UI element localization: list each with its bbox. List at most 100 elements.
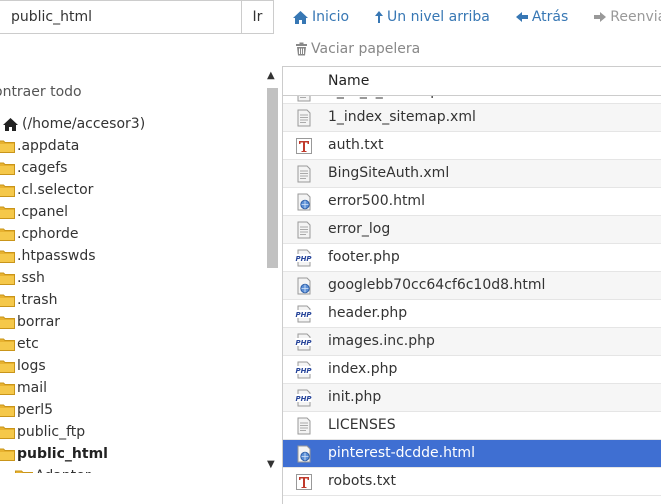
file-name: LICENSES xyxy=(328,417,396,433)
collapse-all-link[interactable]: ontraer todo xyxy=(0,84,82,100)
folder-icon xyxy=(0,404,15,417)
tree-item-label: .cagefs xyxy=(17,160,68,176)
home-icon xyxy=(293,10,308,24)
php-file-icon: PHP xyxy=(295,389,313,407)
tree-item-label: etc xyxy=(17,336,39,352)
file-row[interactable]: LICENSES xyxy=(283,412,661,440)
tree-item[interactable]: public_ftp xyxy=(0,421,263,443)
document-icon xyxy=(295,109,313,127)
document-icon xyxy=(295,165,313,183)
document-icon xyxy=(295,221,313,239)
arrow-right-icon xyxy=(594,12,607,22)
tree-item[interactable]: .cl.selector xyxy=(0,179,263,201)
tree-item-label: perl5 xyxy=(17,402,54,418)
home-label: Inicio xyxy=(312,9,350,25)
home-button[interactable]: Inicio xyxy=(292,9,349,25)
folder-icon xyxy=(0,338,15,351)
file-row-selected[interactable]: pinterest-dcdde.html xyxy=(283,440,661,468)
tree-item[interactable]: .cpanel xyxy=(0,201,263,223)
back-button[interactable]: Atrás xyxy=(515,9,568,25)
file-row[interactable]: PHP images.inc.php xyxy=(283,328,661,356)
tree-item-label: .cpanel xyxy=(17,204,68,220)
file-row[interactable]: PHP footer.php xyxy=(283,244,661,272)
tree-scrollbar[interactable]: ▲ ▼ xyxy=(265,70,279,474)
file-name: googlebb70cc64cf6c10d8.html xyxy=(328,277,546,293)
tree-item[interactable]: .cagefs xyxy=(0,157,263,179)
document-icon xyxy=(295,96,313,102)
file-row[interactable]: 1_index_sitemap.xml xyxy=(283,104,661,132)
folder-icon xyxy=(0,316,15,329)
folder-icon xyxy=(0,140,15,153)
forward-button[interactable]: Reenviar xyxy=(593,9,661,25)
file-row[interactable]: robots.txt xyxy=(283,468,661,496)
scroll-down-arrow[interactable]: ▼ xyxy=(267,459,275,470)
file-name: footer.php xyxy=(328,249,400,265)
home-icon xyxy=(3,117,18,131)
file-row[interactable]: auth.txt xyxy=(283,132,661,160)
folder-icon xyxy=(0,426,15,439)
path-input[interactable]: public_html xyxy=(0,0,242,34)
file-name: 1_es_0_sitemap.xml xyxy=(328,96,469,99)
file-name: init.php xyxy=(328,389,382,405)
file-name: error500.html xyxy=(328,193,425,209)
file-row[interactable]: PHP index.php xyxy=(283,356,661,384)
tree-root[interactable]: (/home/accesor3) xyxy=(0,113,263,135)
file-row[interactable]: PHP header.php xyxy=(283,300,661,328)
tree-item[interactable]: .htpasswds xyxy=(0,245,263,267)
tree-item[interactable]: public_html xyxy=(0,443,263,465)
text-file-icon xyxy=(295,473,313,491)
folder-tree: (/home/accesor3) .appdata .cagefs .cl.sele… xyxy=(0,113,263,473)
folder-icon xyxy=(0,360,15,373)
tree-item-label: .htpasswds xyxy=(17,248,96,264)
file-list: 1_es_0_sitemap.xml 1_index_sitemap.xmlaut… xyxy=(282,66,661,504)
file-row[interactable]: error_log xyxy=(283,216,661,244)
html-file-icon xyxy=(295,445,313,463)
tree-item[interactable]: Adapter xyxy=(0,465,263,473)
tree-item-label: .ssh xyxy=(17,270,45,286)
tree-item[interactable]: .ssh xyxy=(0,267,263,289)
file-row[interactable]: error500.html xyxy=(283,188,661,216)
file-name: error_log xyxy=(328,221,391,237)
column-name-header[interactable]: Name xyxy=(328,73,369,89)
tree-item-label: .trash xyxy=(17,292,58,308)
tree-item[interactable]: borrar xyxy=(0,311,263,333)
arrow-up-icon xyxy=(375,11,384,23)
up-one-level-button[interactable]: Un nivel arriba xyxy=(374,9,490,25)
file-row[interactable]: PHP init.php xyxy=(283,384,661,412)
tree-item[interactable]: .appdata xyxy=(0,135,263,157)
scroll-up-arrow[interactable]: ▲ xyxy=(267,70,275,81)
tree-item-label: mail xyxy=(17,380,47,396)
tree-item[interactable]: perl5 xyxy=(0,399,263,421)
tree-item[interactable]: logs xyxy=(0,355,263,377)
folder-icon xyxy=(0,272,15,285)
file-row[interactable]: 1_es_0_sitemap.xml xyxy=(283,96,661,104)
folder-icon xyxy=(0,228,15,241)
php-file-icon: PHP xyxy=(295,361,313,379)
tree-root-label: (/home/accesor3) xyxy=(22,116,146,132)
svg-text:PHP: PHP xyxy=(295,255,312,263)
arrow-left-icon xyxy=(515,12,528,22)
tree-item[interactable]: mail xyxy=(0,377,263,399)
tree-item[interactable]: etc xyxy=(0,333,263,355)
empty-trash-label: Vaciar papelera xyxy=(311,41,421,57)
tree-item-label: borrar xyxy=(17,314,61,330)
tree-item-label: public_html xyxy=(17,446,108,462)
path-bar: public_html Ir xyxy=(0,0,275,34)
file-row[interactable]: BingSiteAuth.xml xyxy=(283,160,661,188)
tree-item[interactable]: .trash xyxy=(0,289,263,311)
back-label: Atrás xyxy=(531,9,569,25)
go-button[interactable]: Ir xyxy=(241,0,274,34)
folder-icon xyxy=(0,448,15,461)
html-file-icon xyxy=(295,193,313,211)
file-name: robots.txt xyxy=(328,473,396,489)
tree-item-label: Adapter xyxy=(35,468,91,473)
file-name: BingSiteAuth.xml xyxy=(328,165,450,181)
scrollbar-thumb[interactable] xyxy=(267,88,278,268)
svg-text:PHP: PHP xyxy=(295,311,312,319)
file-row[interactable]: googlebb70cc64cf6c10d8.html xyxy=(283,272,661,300)
tree-item-label: .appdata xyxy=(17,138,80,154)
tree-item[interactable]: .cphorde xyxy=(0,223,263,245)
empty-trash-button[interactable]: Vaciar papelera xyxy=(295,41,420,57)
file-name: 1_index_sitemap.xml xyxy=(328,109,476,125)
svg-text:PHP: PHP xyxy=(295,367,312,375)
